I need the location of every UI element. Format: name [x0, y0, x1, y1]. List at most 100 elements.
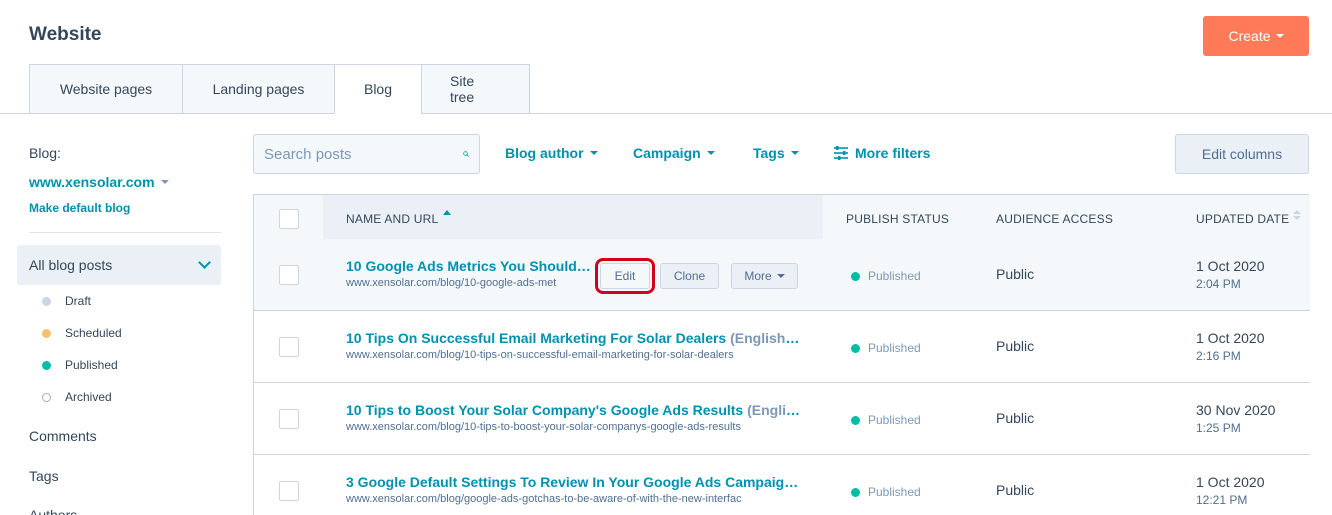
post-language: (English ... [747, 402, 801, 418]
blog-domain-select[interactable]: www.xensolar.com [29, 174, 169, 190]
table-row[interactable]: 10 Google Ads Metrics You Should ... www… [254, 239, 1310, 311]
post-language: (English - ... [730, 330, 801, 346]
page-title: Website [29, 24, 102, 45]
publish-status: Published [851, 413, 921, 427]
status-dot-icon [851, 487, 860, 497]
tab-label: Blog [363, 81, 393, 97]
filter-label: Campaign [633, 145, 701, 161]
post-url: www.xensolar.com/blog/10-tips-to-boost-y… [346, 421, 741, 433]
row-checkbox[interactable] [279, 265, 299, 285]
status-dot-icon [851, 271, 860, 281]
all-blog-posts-toggle[interactable]: All blog posts [17, 245, 221, 285]
updated-date: 1 Oct 2020 [1196, 330, 1265, 346]
tab-site-tree[interactable]: Site tree [421, 64, 530, 114]
sidebar-item-published[interactable]: Published [42, 356, 118, 374]
campaign-filter[interactable]: Campaign [633, 145, 715, 161]
audience-access: Public [996, 338, 1035, 354]
status-label: Published [868, 485, 921, 499]
sidebar-item-label: Scheduled [65, 326, 122, 340]
post-url: www.xensolar.com/blog/google-ads-gotchas… [346, 493, 742, 505]
table-header: NAME AND URL PUBLISH STATUS AUDIENCE ACC… [254, 195, 1310, 240]
sort-ascending-icon [443, 210, 451, 215]
caret-down-icon [1275, 34, 1284, 38]
post-title: 10 Google Ads Metrics You Should ... [346, 258, 591, 274]
column-header-name[interactable]: NAME AND URL [346, 212, 438, 226]
table-row[interactable]: 3 Google Default Settings To Review In Y… [254, 455, 1310, 515]
more-label: More [744, 269, 772, 283]
row-checkbox[interactable] [279, 409, 299, 429]
post-title: 3 Google Default Settings To Review In Y… [346, 474, 801, 490]
search-icon[interactable] [463, 145, 469, 163]
more-actions-button[interactable]: More [731, 263, 798, 289]
sidebar-item-label: Archived [65, 390, 112, 404]
search-input[interactable] [264, 145, 463, 163]
column-header-audience-access[interactable]: AUDIENCE ACCESS [996, 212, 1113, 226]
table-row[interactable]: 10 Tips to Boost Your Solar Company's Go… [254, 383, 1310, 455]
caret-down-icon [790, 151, 799, 155]
status-label: Published [868, 269, 921, 283]
filter-label: Blog author [505, 145, 584, 161]
audience-access: Public [996, 266, 1035, 282]
caret-down-icon [589, 151, 598, 155]
sidebar-item-scheduled[interactable]: Scheduled [42, 324, 122, 342]
row-checkbox[interactable] [279, 337, 299, 357]
sliders-icon [834, 146, 848, 160]
sort-icon[interactable] [1293, 210, 1301, 222]
caret-down-icon [776, 274, 785, 278]
tab-label: Site tree [450, 73, 475, 105]
post-title-link[interactable]: 10 Tips to Boost Your Solar Company's Go… [346, 402, 801, 418]
sidebar-item-tags[interactable]: Tags [29, 468, 59, 484]
create-button[interactable]: Create [1203, 16, 1309, 56]
all-blog-posts-label: All blog posts [29, 257, 113, 273]
post-title: 10 Tips On Successful Email Marketing Fo… [346, 330, 727, 346]
filter-label: More filters [855, 145, 931, 161]
audience-access: Public [996, 410, 1035, 426]
row-checkbox[interactable] [279, 481, 299, 501]
updated-date: 30 Nov 2020 [1196, 402, 1276, 418]
column-header-publish-status[interactable]: PUBLISH STATUS [846, 212, 949, 226]
post-title-link[interactable]: 10 Tips On Successful Email Marketing Fo… [346, 330, 801, 346]
sidebar-item-comments[interactable]: Comments [29, 428, 97, 444]
post-title-link[interactable]: 3 Google Default Settings To Review In Y… [346, 474, 801, 490]
edit-button[interactable]: Edit [595, 258, 655, 294]
clone-button[interactable]: Clone [660, 263, 719, 289]
audience-access: Public [996, 482, 1035, 498]
sidebar-item-archived[interactable]: Archived [42, 388, 112, 406]
status-dot-icon [851, 343, 860, 353]
blog-author-filter[interactable]: Blog author [505, 145, 598, 161]
tab-label: Website pages [59, 81, 153, 97]
status-label: Published [868, 341, 921, 355]
sidebar-item-label: Draft [65, 294, 92, 308]
tab-blog[interactable]: Blog [334, 64, 421, 114]
status-dot-icon [42, 296, 51, 306]
select-all-checkbox[interactable] [279, 209, 299, 229]
tab-landing-pages[interactable]: Landing pages [182, 64, 334, 114]
table-row[interactable]: 10 Tips On Successful Email Marketing Fo… [254, 311, 1310, 383]
post-url: www.xensolar.com/blog/10-tips-on-success… [346, 349, 734, 361]
blog-label: Blog: [29, 145, 61, 161]
sidebar-item-draft[interactable]: Draft [42, 292, 91, 310]
updated-date: 1 Oct 2020 [1196, 258, 1265, 274]
publish-status: Published [851, 341, 921, 355]
status-dot-icon [851, 415, 860, 425]
post-url: www.xensolar.com/blog/10-google-ads-met [346, 277, 557, 289]
edit-columns-button[interactable]: Edit columns [1175, 134, 1309, 174]
more-filters-button[interactable]: More filters [833, 145, 930, 161]
post-title: 10 Tips to Boost Your Solar Company's Go… [346, 402, 744, 418]
make-default-blog-link[interactable]: Make default blog [29, 201, 130, 215]
status-label: Published [868, 413, 921, 427]
posts-table: NAME AND URL PUBLISH STATUS AUDIENCE ACC… [253, 194, 1310, 515]
publish-status: Published [851, 269, 921, 283]
post-title-link[interactable]: 10 Google Ads Metrics You Should ... [346, 258, 591, 274]
sidebar-divider [29, 232, 221, 233]
tags-filter[interactable]: Tags [753, 145, 799, 161]
tab-website-pages[interactable]: Website pages [29, 64, 182, 114]
caret-down-icon [160, 180, 169, 184]
caret-down-icon [706, 151, 715, 155]
status-dot-icon [42, 392, 51, 402]
filter-label: Tags [753, 145, 785, 161]
tab-bar: Website pages Landing pages Blog Site tr… [29, 64, 530, 114]
column-header-updated-date[interactable]: UPDATED DATE [1196, 212, 1289, 226]
sidebar-item-authors[interactable]: Authors [29, 507, 77, 515]
chevron-down-icon [198, 256, 211, 269]
